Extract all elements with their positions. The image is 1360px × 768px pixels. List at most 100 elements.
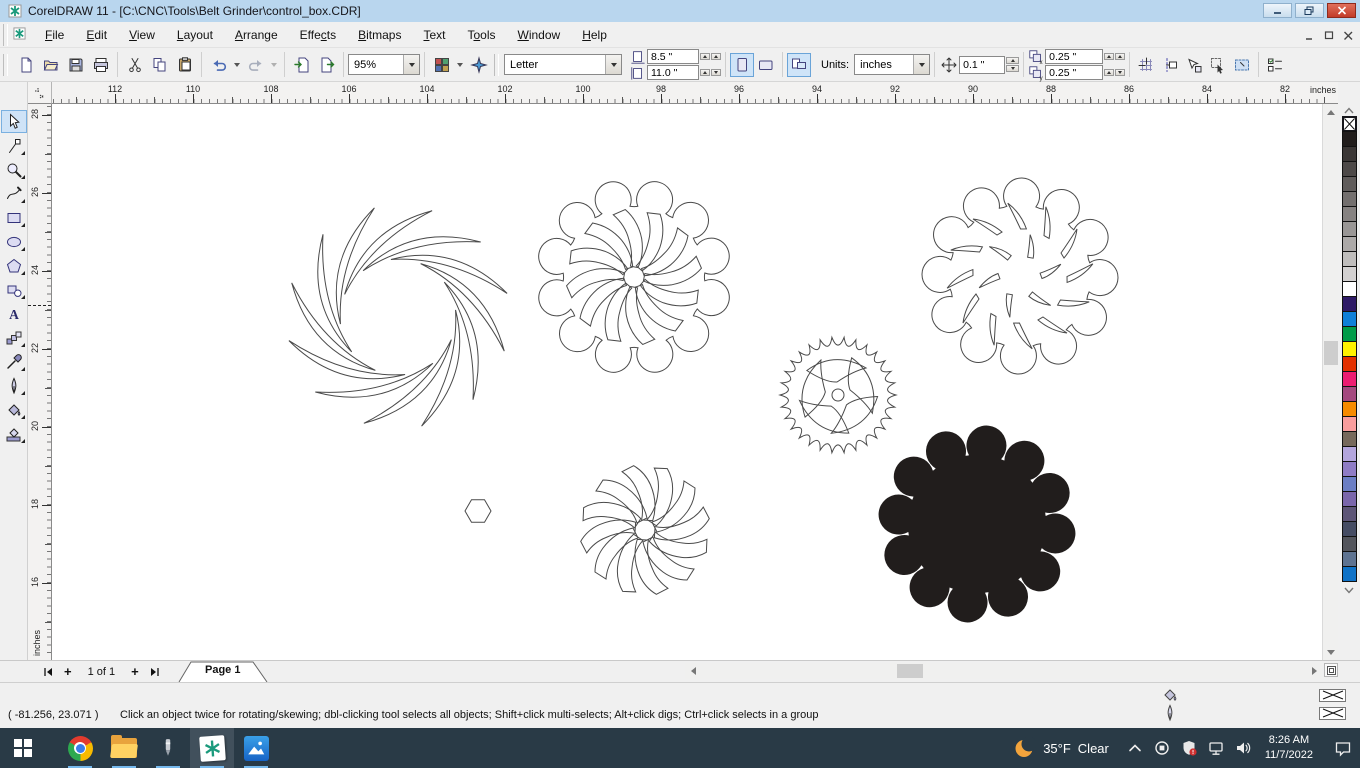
menu-arrange[interactable]: Arrange: [224, 26, 289, 44]
color-swatch-24[interactable]: [1341, 491, 1357, 507]
pick-tool[interactable]: [1, 110, 27, 133]
taskbar-file-explorer-icon[interactable]: [102, 728, 146, 768]
property-bar-grip[interactable]: [494, 53, 499, 76]
object-blade-ring[interactable]: [410, 263, 515, 352]
horizontal-ruler[interactable]: inches 112 110 108 106 104 102 100 98 96 94 92 90 88…: [52, 82, 1338, 104]
object-slit-knob-slit[interactable]: [1060, 228, 1078, 259]
toolbar-grip[interactable]: [3, 53, 8, 76]
rectangle-tool[interactable]: [1, 206, 27, 229]
paper-type-combo[interactable]: Letter: [504, 54, 622, 75]
object-spiral-knob-slot[interactable]: [589, 282, 650, 346]
object-blade-ring[interactable]: [305, 207, 410, 325]
object-hexagon[interactable]: [464, 499, 492, 523]
launcher-dropdown-icon[interactable]: [457, 62, 463, 67]
basic-shapes-tool[interactable]: [1, 278, 27, 301]
treat-as-filled-button[interactable]: [1206, 53, 1230, 77]
first-page-button[interactable]: [40, 664, 56, 680]
paper-height-field[interactable]: 11.0 ": [647, 65, 699, 80]
scroll-right-button[interactable]: [1307, 664, 1321, 678]
print-icon[interactable]: [88, 51, 113, 78]
object-spiral-knob-slot[interactable]: [641, 238, 705, 304]
eyedropper-tool[interactable]: [1, 350, 27, 373]
application-launcher-icon[interactable]: [429, 51, 454, 78]
object-spiral-knob-slot[interactable]: [565, 232, 629, 293]
color-swatch-28[interactable]: [1341, 551, 1357, 567]
paste-icon[interactable]: [172, 51, 197, 78]
landscape-button[interactable]: [754, 53, 778, 77]
text-tool[interactable]: A: [1, 302, 27, 325]
color-swatch-12[interactable]: [1341, 311, 1357, 327]
object-slit-knob-slit[interactable]: [1032, 206, 1060, 240]
color-swatch-29[interactable]: [1341, 566, 1357, 582]
color-swatch-10[interactable]: [1341, 281, 1357, 297]
color-swatch-21[interactable]: [1341, 446, 1357, 462]
zoom-combo-dropdown-icon[interactable]: [403, 55, 419, 74]
taskbar-chrome-icon[interactable]: [58, 728, 102, 768]
duplicate-y-field[interactable]: 0.25 ": [1045, 65, 1104, 80]
nudge-spin-down[interactable]: [1006, 65, 1020, 72]
units-combo[interactable]: inches: [854, 54, 931, 75]
object-slit-knob-slit[interactable]: [980, 312, 1008, 346]
security-shield-icon[interactable]: [1180, 739, 1198, 757]
taskbar-photos-icon[interactable]: [234, 728, 278, 768]
last-page-button[interactable]: [147, 664, 163, 680]
nudge-offset-field[interactable]: 0.1 ": [959, 55, 1006, 74]
doc-close-button[interactable]: [1343, 28, 1354, 46]
color-swatch-17[interactable]: [1341, 386, 1357, 402]
horizontal-scroll-thumb[interactable]: [897, 664, 923, 678]
document-navigator-button[interactable]: [1324, 663, 1338, 677]
fill-tool[interactable]: [1, 398, 27, 421]
object-slit-knob-slit[interactable]: [1038, 258, 1062, 283]
object-blade-ring[interactable]: [288, 305, 406, 410]
object-gear[interactable]: [778, 335, 898, 455]
color-swatch-27[interactable]: [1341, 536, 1357, 552]
taskbar-pen-app-icon[interactable]: [146, 728, 190, 768]
color-swatch-13[interactable]: [1341, 326, 1357, 342]
drawing-canvas[interactable]: [52, 104, 1322, 660]
color-swatch-0[interactable]: [1341, 131, 1357, 147]
color-swatch-1[interactable]: [1341, 146, 1357, 162]
object-blade-ring[interactable]: [386, 309, 491, 427]
undo-dropdown-icon[interactable]: [234, 62, 240, 67]
object-spiral-knob-slot[interactable]: [607, 284, 673, 348]
portrait-button[interactable]: [730, 52, 754, 77]
taskbar-coreldraw-icon[interactable]: [190, 728, 234, 768]
import-icon[interactable]: [289, 51, 314, 78]
object-slit-knob-slit[interactable]: [989, 245, 1012, 262]
redo-dropdown-icon[interactable]: [271, 62, 277, 67]
object-pinwheel-blade[interactable]: [577, 503, 640, 569]
object-slit-knob-slit[interactable]: [950, 236, 984, 264]
zoom-tool[interactable]: [1, 158, 27, 181]
weather-widget[interactable]: 35°F Clear: [1014, 737, 1109, 759]
object-spiral-knob-slot[interactable]: [595, 206, 661, 270]
vertical-scroll-thumb[interactable]: [1324, 341, 1338, 365]
paper-width-spin-up2[interactable]: [711, 53, 721, 60]
color-swatch-15[interactable]: [1341, 356, 1357, 372]
no-fill-swatch[interactable]: [1341, 116, 1357, 132]
duplicate-y-spin-down[interactable]: [1115, 69, 1126, 76]
menu-layout[interactable]: Layout: [166, 26, 224, 44]
menu-bitmaps[interactable]: Bitmaps: [347, 26, 412, 44]
color-swatch-19[interactable]: [1341, 416, 1357, 432]
interactive-fill-tool[interactable]: [1, 422, 27, 445]
color-swatch-11[interactable]: [1341, 296, 1357, 312]
object-spiral-knob[interactable]: [538, 181, 730, 373]
color-swatch-7[interactable]: [1341, 236, 1357, 252]
menu-help[interactable]: Help: [571, 26, 618, 44]
color-swatch-25[interactable]: [1341, 506, 1357, 522]
volume-icon[interactable]: [1234, 739, 1252, 757]
duplicate-x-spin-up[interactable]: [1104, 53, 1115, 60]
color-swatch-9[interactable]: [1341, 266, 1357, 282]
color-swatch-16[interactable]: [1341, 371, 1357, 387]
add-page-before-button[interactable]: +: [64, 664, 72, 679]
object-spiral-knob-slot[interactable]: [583, 222, 636, 271]
save-icon[interactable]: [63, 51, 88, 78]
notification-center-icon[interactable]: [1334, 739, 1352, 757]
color-swatch-26[interactable]: [1341, 521, 1357, 537]
redo-icon[interactable]: [243, 51, 268, 78]
marquee-select-button[interactable]: [1230, 53, 1254, 77]
object-slit-knob-slit[interactable]: [1028, 290, 1051, 307]
menu-text[interactable]: Text: [412, 26, 456, 44]
horizontal-scrollbar[interactable]: [685, 663, 1322, 679]
object-blade-ring[interactable]: [363, 329, 452, 434]
